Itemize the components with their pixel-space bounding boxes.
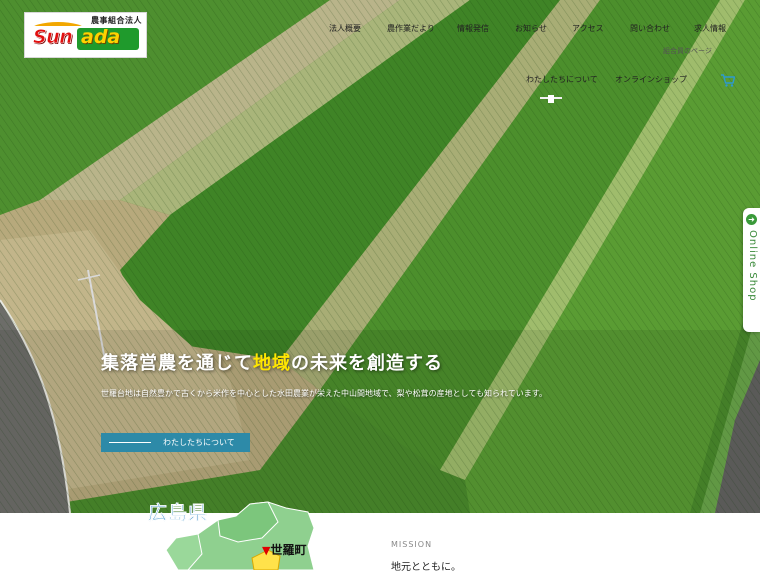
- hero-headline-pre: 集落営農を通じて: [101, 353, 253, 374]
- hero-headline-post: の未来を創造する: [291, 353, 443, 374]
- logo-subtitle: 農事組合法人: [91, 16, 142, 25]
- nav-item-recruit[interactable]: 求人情報: [694, 23, 726, 34]
- nav-item-info[interactable]: 情報発信: [457, 23, 489, 34]
- member-page-link[interactable]: 組合員のページ: [663, 46, 712, 56]
- about-us-button-label: わたしたちについて: [163, 438, 235, 447]
- nav-item-farm-diary[interactable]: 農作業だより: [387, 23, 435, 34]
- arrow-right-icon: ➜: [746, 214, 757, 225]
- mission-eyebrow: MISSION: [391, 540, 433, 549]
- prefecture-label: 広島県: [148, 502, 209, 524]
- mission-section: [0, 513, 760, 570]
- logo-wordmark-green-box: ada: [77, 26, 139, 50]
- logo-wordmark: Sun ada: [29, 26, 141, 52]
- town-label: ▼世羅町: [262, 541, 306, 558]
- hero-lead-text: 世羅台地は自然豊かで古くから米作を中心とした水田農業が栄えた中山間地域で、梨や松…: [101, 389, 547, 398]
- logo-wordmark-yellow: ada: [81, 26, 121, 48]
- nav-item-contact[interactable]: 問い合わせ: [630, 23, 670, 34]
- online-shop-tab-label: Online Shop: [747, 230, 758, 302]
- mission-title: 地元とともに。: [391, 562, 461, 573]
- site-logo[interactable]: 農事組合法人 Sun ada: [24, 12, 147, 58]
- subnav-item-about[interactable]: わたしたちについて: [526, 74, 598, 85]
- hero-headline-highlight: 地域: [253, 353, 291, 374]
- cta-line-decoration: [109, 442, 151, 443]
- subnav-item-online-shop[interactable]: オンラインショップ: [615, 74, 687, 85]
- nav-item-company[interactable]: 法人概要: [329, 23, 361, 34]
- cart-icon[interactable]: [720, 72, 736, 88]
- logo-wordmark-red: Sun: [33, 26, 73, 49]
- about-us-button[interactable]: わたしたちについて: [101, 433, 250, 452]
- hero-section: 農事組合法人 Sun ada 法人概要 農作業だより 情報発信 お知らせ アクセ…: [0, 0, 760, 513]
- town-name: 世羅町: [270, 543, 307, 557]
- hero-headline: 集落営農を通じて地域の未来を創造する: [101, 349, 443, 375]
- nav-item-access[interactable]: アクセス: [572, 23, 604, 34]
- online-shop-side-tab[interactable]: ➜ Online Shop: [743, 208, 760, 332]
- nav-item-news[interactable]: お知らせ: [515, 23, 547, 34]
